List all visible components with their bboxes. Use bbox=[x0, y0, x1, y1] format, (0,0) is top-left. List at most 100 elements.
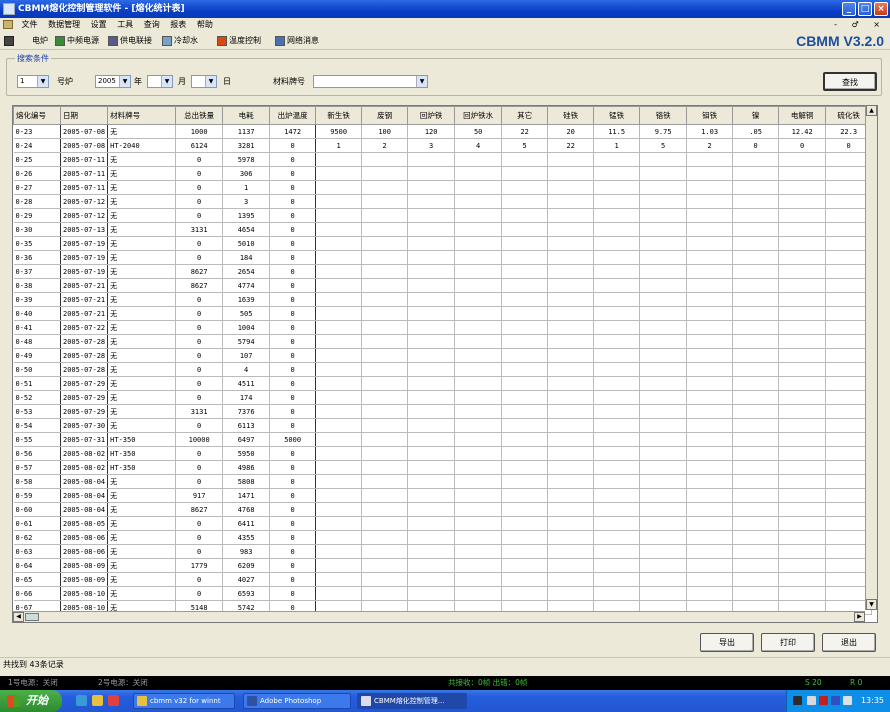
table-cell[interactable] bbox=[732, 222, 780, 237]
table-cell[interactable] bbox=[732, 208, 780, 223]
table-cell[interactable]: 8627 bbox=[175, 264, 224, 279]
table-cell[interactable]: 4654 bbox=[222, 222, 271, 237]
table-cell[interactable] bbox=[732, 516, 780, 531]
table-cell[interactable] bbox=[732, 586, 780, 601]
table-cell[interactable] bbox=[315, 306, 363, 321]
table-cell[interactable] bbox=[547, 502, 595, 517]
table-cell[interactable] bbox=[501, 264, 549, 279]
column-header[interactable]: 硅铁 bbox=[547, 106, 595, 125]
table-cell[interactable] bbox=[407, 250, 456, 265]
table-cell[interactable] bbox=[454, 460, 503, 475]
table-cell[interactable]: 0-35 bbox=[13, 236, 61, 251]
table-cell[interactable]: 无 bbox=[107, 530, 177, 545]
table-cell[interactable]: HT-350 bbox=[107, 460, 177, 475]
table-cell[interactable] bbox=[361, 530, 409, 545]
table-cell[interactable]: 0 bbox=[269, 376, 317, 391]
table-cell[interactable] bbox=[315, 376, 363, 391]
table-cell[interactable] bbox=[547, 488, 595, 503]
table-cell[interactable]: 5978 bbox=[222, 152, 271, 167]
table-cell[interactable] bbox=[501, 292, 549, 307]
scroll-right-icon[interactable]: ▶ bbox=[854, 612, 865, 622]
table-cell[interactable] bbox=[593, 348, 641, 363]
table-cell[interactable]: 0 bbox=[175, 516, 224, 531]
table-cell[interactable]: 0 bbox=[175, 320, 224, 335]
table-cell[interactable] bbox=[315, 516, 363, 531]
table-cell[interactable]: 0-62 bbox=[13, 530, 61, 545]
table-cell[interactable] bbox=[361, 292, 409, 307]
table-cell[interactable] bbox=[407, 488, 456, 503]
table-cell[interactable]: 0 bbox=[269, 138, 317, 153]
table-cell[interactable]: 2005-07-08 bbox=[60, 138, 109, 153]
table-cell[interactable]: 0-50 bbox=[13, 362, 61, 377]
table-cell[interactable] bbox=[547, 250, 595, 265]
table-cell[interactable]: 0-27 bbox=[13, 180, 61, 195]
table-cell[interactable]: 22 bbox=[547, 138, 595, 153]
table-cell[interactable]: 无 bbox=[107, 208, 177, 223]
task-photoshop[interactable]: Adobe Photoshop bbox=[243, 693, 351, 709]
table-cell[interactable] bbox=[547, 320, 595, 335]
table-cell[interactable]: 2005-08-09 bbox=[60, 572, 109, 587]
table-row[interactable]: 0-48 2005-07-28 无 0 5794 0 bbox=[13, 334, 873, 349]
table-cell[interactable] bbox=[778, 502, 827, 517]
table-cell[interactable] bbox=[501, 334, 549, 349]
table-cell[interactable] bbox=[454, 194, 503, 209]
table-cell[interactable] bbox=[454, 208, 503, 223]
table-cell[interactable] bbox=[593, 264, 641, 279]
table-cell[interactable] bbox=[315, 278, 363, 293]
table-cell[interactable]: 6593 bbox=[222, 586, 271, 601]
table-cell[interactable]: 0-65 bbox=[13, 572, 61, 587]
exit-button[interactable]: 退出 bbox=[822, 633, 876, 652]
table-cell[interactable] bbox=[639, 278, 688, 293]
table-row[interactable]: 0-60 2005-08-04 无 8627 4768 0 bbox=[13, 502, 873, 517]
table-cell[interactable] bbox=[407, 516, 456, 531]
table-cell[interactable] bbox=[686, 418, 734, 433]
table-cell[interactable] bbox=[454, 390, 503, 405]
table-cell[interactable]: 3281 bbox=[222, 138, 271, 153]
table-cell[interactable]: 1 bbox=[222, 180, 271, 195]
table-cell[interactable] bbox=[501, 362, 549, 377]
table-cell[interactable] bbox=[361, 418, 409, 433]
table-cell[interactable] bbox=[407, 544, 456, 559]
table-cell[interactable] bbox=[501, 180, 549, 195]
table-cell[interactable] bbox=[639, 236, 688, 251]
table-cell[interactable] bbox=[639, 208, 688, 223]
table-cell[interactable] bbox=[593, 502, 641, 517]
table-cell[interactable] bbox=[732, 432, 780, 447]
table-cell[interactable] bbox=[639, 320, 688, 335]
table-cell[interactable]: 2005-07-11 bbox=[60, 180, 109, 195]
table-cell[interactable] bbox=[732, 530, 780, 545]
table-cell[interactable]: 2005-08-10 bbox=[60, 586, 109, 601]
table-cell[interactable]: 0 bbox=[175, 208, 224, 223]
table-cell[interactable]: 5950 bbox=[222, 446, 271, 461]
table-cell[interactable]: 100 bbox=[361, 124, 409, 139]
table-cell[interactable] bbox=[361, 334, 409, 349]
table-cell[interactable] bbox=[547, 236, 595, 251]
table-cell[interactable] bbox=[547, 278, 595, 293]
table-cell[interactable]: 0 bbox=[269, 544, 317, 559]
table-cell[interactable]: 6209 bbox=[222, 558, 271, 573]
volume-icon[interactable] bbox=[843, 696, 852, 705]
column-header[interactable]: 锰铁 bbox=[593, 106, 641, 125]
table-cell[interactable]: 0 bbox=[269, 264, 317, 279]
table-cell[interactable] bbox=[639, 460, 688, 475]
table-cell[interactable]: 2005-08-02 bbox=[60, 446, 109, 461]
antivirus-icon[interactable] bbox=[819, 696, 828, 705]
table-cell[interactable]: 9.75 bbox=[639, 124, 688, 139]
table-cell[interactable]: 0 bbox=[175, 390, 224, 405]
table-cell[interactable] bbox=[547, 376, 595, 391]
table-cell[interactable]: 2005-07-11 bbox=[60, 166, 109, 181]
table-cell[interactable] bbox=[454, 320, 503, 335]
table-cell[interactable] bbox=[639, 292, 688, 307]
table-cell[interactable] bbox=[361, 152, 409, 167]
table-cell[interactable] bbox=[686, 488, 734, 503]
table-cell[interactable] bbox=[454, 488, 503, 503]
table-cell[interactable] bbox=[547, 292, 595, 307]
table-cell[interactable] bbox=[639, 404, 688, 419]
table-cell[interactable] bbox=[732, 488, 780, 503]
table-cell[interactable] bbox=[407, 306, 456, 321]
table-cell[interactable] bbox=[315, 530, 363, 545]
table-cell[interactable]: 0-26 bbox=[13, 166, 61, 181]
table-cell[interactable] bbox=[361, 236, 409, 251]
table-row[interactable]: 0-24 2005-07-08 HT-2040 6124 3281 0 1 2 3 4 5 22 1 5 2… bbox=[13, 138, 873, 153]
table-cell[interactable] bbox=[593, 586, 641, 601]
